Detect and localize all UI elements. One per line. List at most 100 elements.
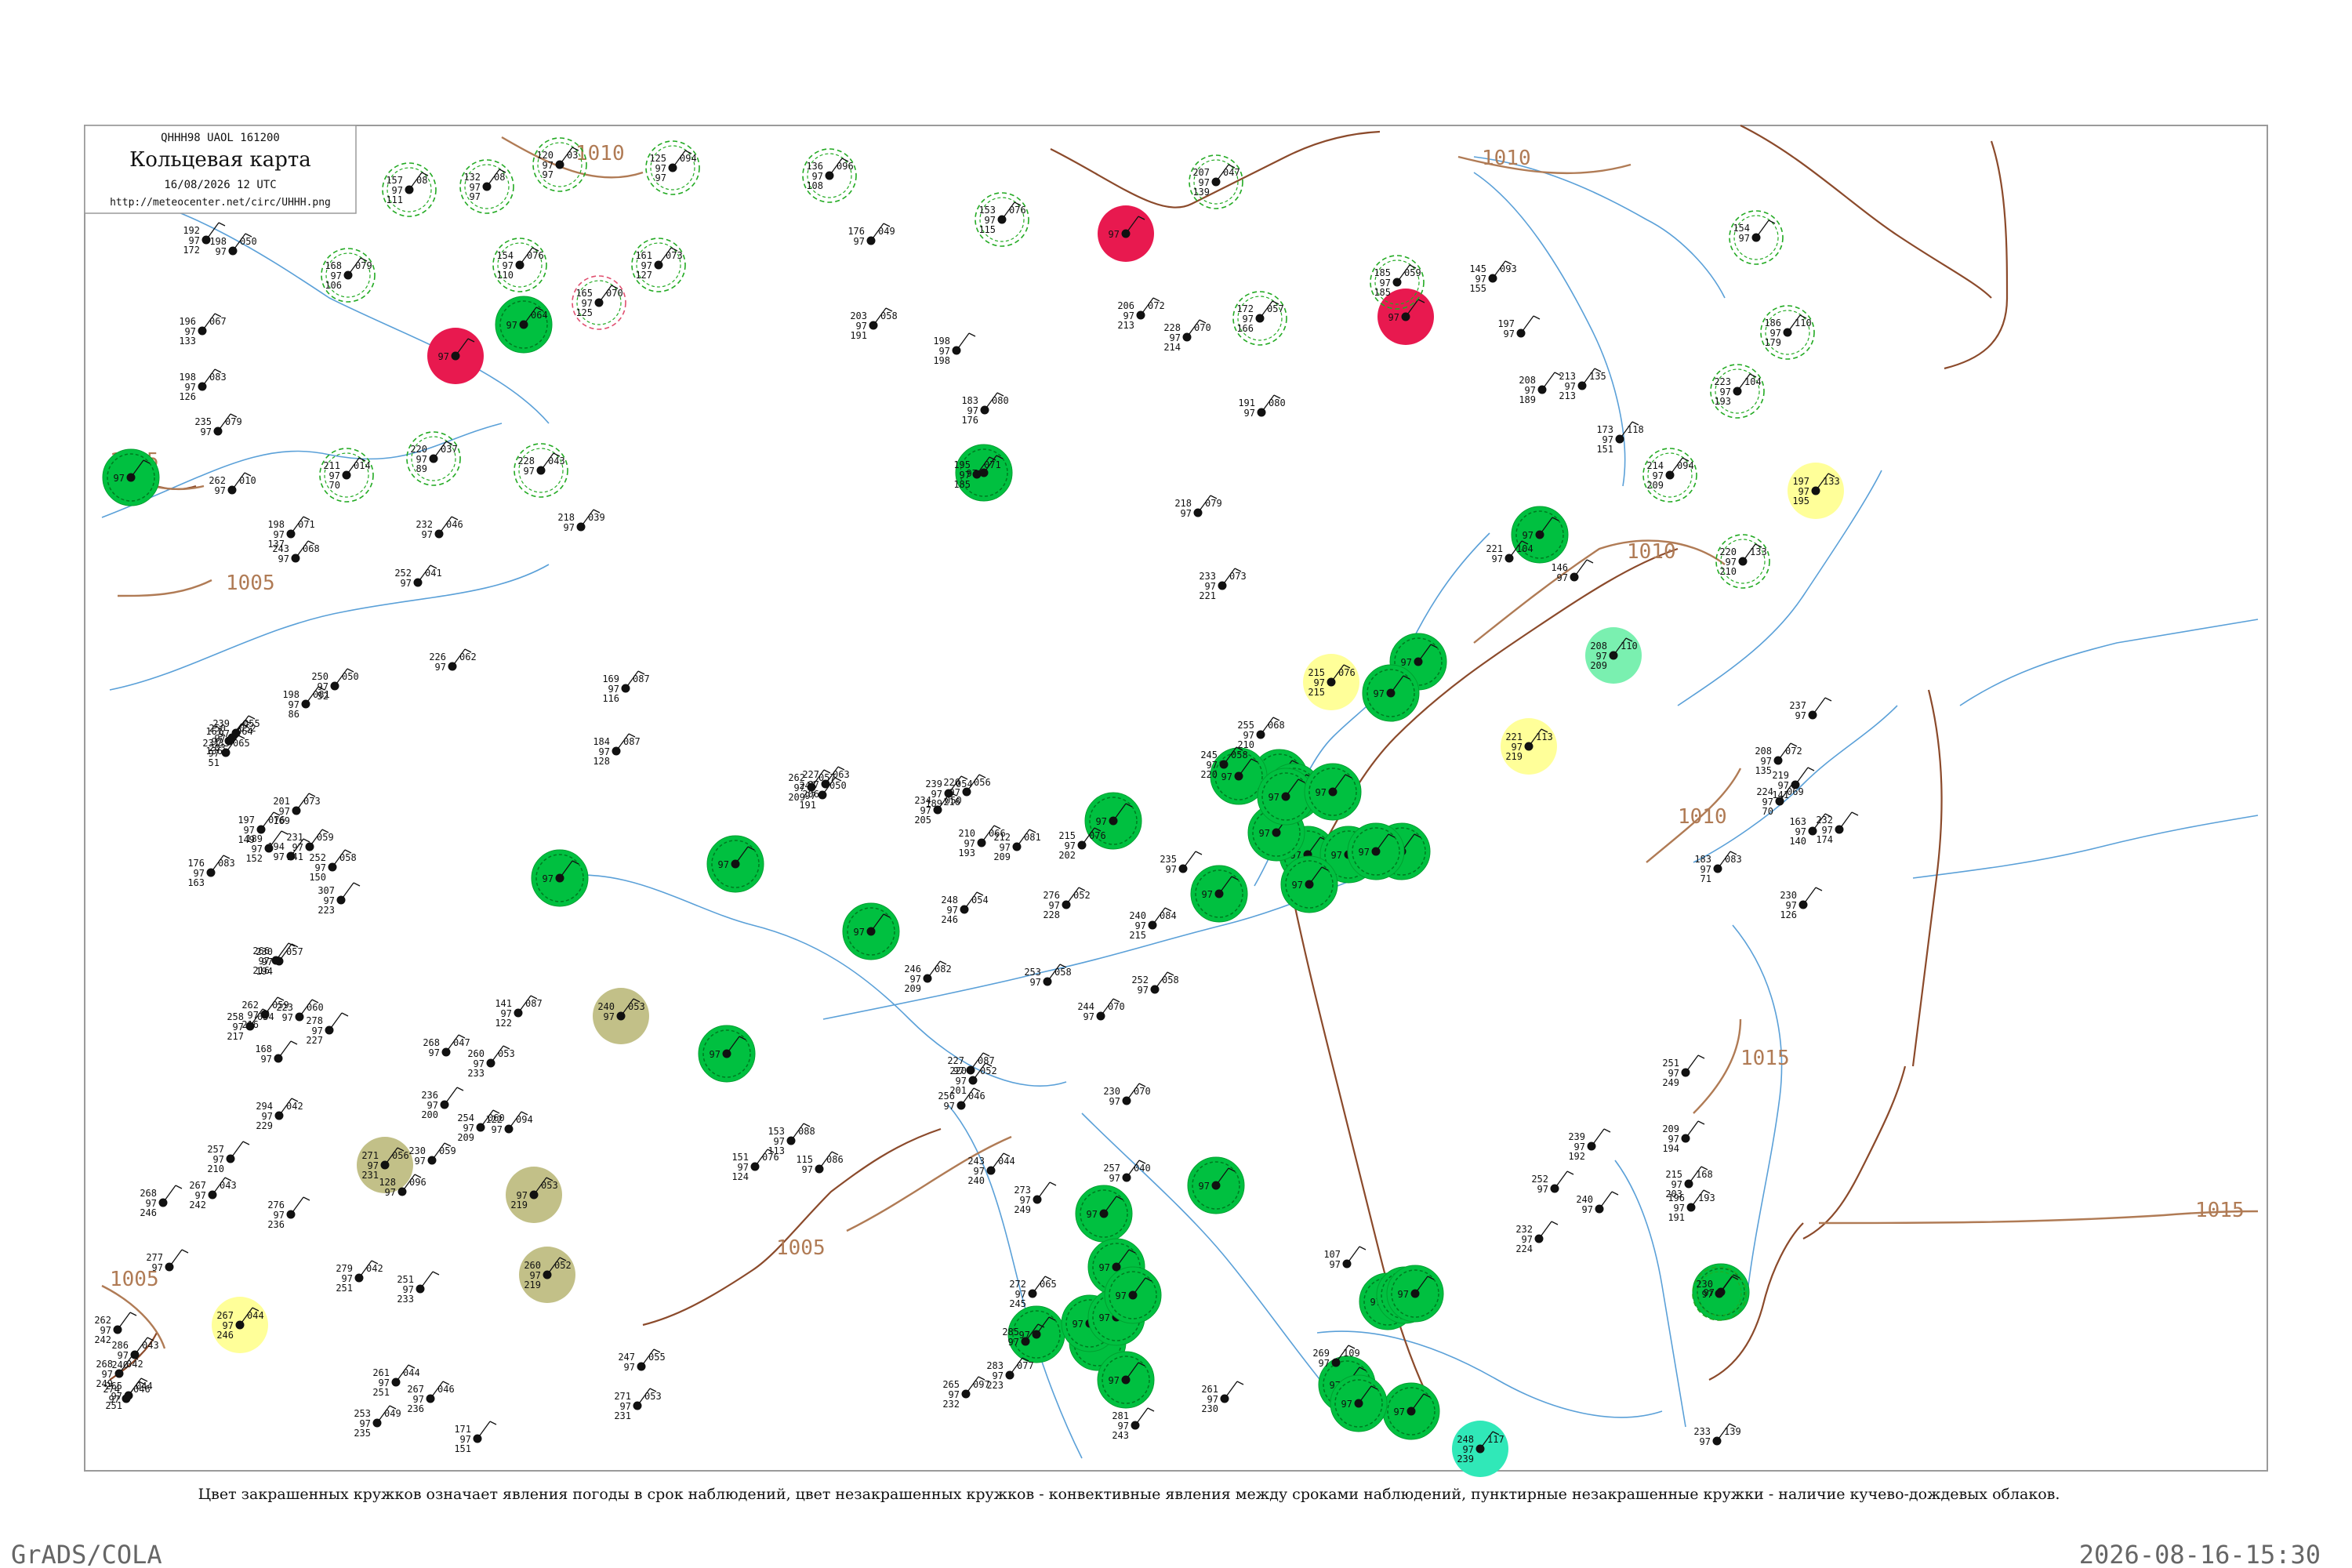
station-temperature: 145 (1469, 263, 1486, 274)
station-dewpoint: 122 (495, 1018, 512, 1029)
station-visibility: 97 (1138, 985, 1149, 996)
station-dewpoint: 219 (510, 1200, 528, 1210)
station-dewpoint: 233 (397, 1294, 414, 1305)
station-visibility: 97 (517, 1190, 528, 1201)
station-temperature: 184 (593, 736, 610, 747)
station-pressure: 058 (1054, 967, 1072, 978)
station-dewpoint: 246 (140, 1207, 157, 1218)
station-temperature: 250 (311, 671, 328, 682)
station-dewpoint: 126 (179, 391, 196, 402)
station-temperature: 243 (272, 543, 289, 554)
station-visibility: 97 (403, 1284, 414, 1295)
station-visibility: 97 (438, 351, 449, 362)
station-pressure: 071 (984, 459, 1001, 470)
station-temperature: 250 (209, 723, 226, 734)
station-pressure: 052 (1073, 890, 1091, 901)
station-dewpoint: 116 (602, 693, 619, 704)
station-dewpoint: 245 (1009, 1298, 1026, 1309)
station-dewpoint: 230 (1201, 1403, 1218, 1414)
station-visibility: 97 (1020, 1195, 1031, 1206)
station-temperature: 220 (1719, 546, 1737, 557)
station-visibility: 97 (416, 454, 427, 465)
station-visibility: 97 (1537, 1184, 1548, 1195)
station-visibility: 97 (608, 684, 619, 695)
station-pressure: 072 (1148, 300, 1165, 311)
station-visibility: 97 (1135, 920, 1146, 931)
station-pressure: 086 (826, 1154, 844, 1165)
station-temperature: 232 (1515, 1224, 1533, 1235)
station-visibility: 97 (1319, 1358, 1330, 1369)
station-visibility: 97 (805, 790, 816, 801)
station-visibility: 97 (261, 1054, 272, 1065)
station-visibility: 97 (329, 470, 340, 481)
station-visibility: 97 (993, 1370, 1004, 1381)
station-dewpoint: 246 (941, 914, 958, 925)
station-visibility: 97 (1394, 1406, 1405, 1417)
station-temperature: 251 (1662, 1058, 1679, 1069)
station-dewpoint: 209 (1646, 480, 1664, 491)
station-visibility: 97 (931, 789, 942, 800)
station-visibility: 97 (599, 746, 610, 757)
station-dewpoint: 111 (386, 194, 403, 205)
station-pressure: 044 (136, 1381, 153, 1392)
station-dewpoint: 215 (1308, 687, 1325, 698)
station-temperature: 192 (183, 225, 200, 236)
station-dewpoint: 189 (925, 798, 942, 809)
station-visibility: 97 (1087, 1209, 1098, 1220)
station-temperature: 230 (408, 1145, 426, 1156)
station-pressure: 068 (1268, 720, 1285, 731)
station-visibility: 97 (1109, 1173, 1120, 1184)
station-visibility: 97 (413, 1394, 424, 1405)
station-visibility: 97 (854, 927, 865, 938)
station-temperature: 307 (318, 885, 335, 896)
station-temperature: 253 (1024, 967, 1041, 978)
station-temperature: 252 (309, 852, 326, 863)
station-temperature: 154 (1733, 223, 1750, 234)
station-dewpoint: 172 (183, 245, 200, 256)
station-visibility: 97 (1083, 1011, 1094, 1022)
station-temperature: 230 (1696, 1279, 1713, 1290)
station-dewpoint: 231 (361, 1170, 379, 1181)
station-visibility: 97 (1674, 1203, 1685, 1214)
station-temperature: 240 (597, 1001, 615, 1012)
station: 97 (1104, 1266, 1162, 1324)
station-temperature: 271 (614, 1391, 631, 1402)
station-pressure: 079 (355, 260, 372, 271)
station-temperature: 261 (372, 1367, 390, 1378)
station-dewpoint: 246 (216, 1330, 234, 1341)
station: 97 (102, 448, 160, 506)
station-dewpoint: 221 (1199, 590, 1216, 601)
station-dewpoint: 127 (635, 270, 652, 281)
station-temperature: 122 (485, 1114, 503, 1125)
station-temperature: 154 (496, 250, 514, 261)
station-visibility: 97 (1770, 328, 1781, 339)
station: 97 (1511, 506, 1569, 564)
station-temperature: 203 (850, 310, 867, 321)
station-dewpoint: 233 (467, 1068, 485, 1079)
station-visibility: 97 (1008, 1337, 1019, 1348)
station-visibility: 97 (1292, 880, 1303, 891)
station-visibility: 97 (812, 171, 823, 182)
station-pressure: 080 (992, 395, 1009, 406)
station-temperature: 276 (1043, 890, 1060, 901)
station-visibility: 97 (429, 1047, 440, 1058)
station-dewpoint: 185 (1374, 287, 1391, 298)
station-visibility: 97 (985, 215, 996, 226)
station-dewpoint: 149 (238, 834, 255, 845)
station-dewpoint: 251 (336, 1283, 353, 1294)
footer-timestamp: 2026-08-16-15:30 (2079, 1540, 2321, 1568)
station-dewpoint: 106 (325, 280, 342, 291)
station-temperature: 221 (1505, 731, 1523, 742)
station-dewpoint: 86 (289, 709, 299, 720)
station-dewpoint: 251 (372, 1387, 390, 1398)
station: 97 (1187, 1156, 1245, 1214)
station-temperature: 197 (1792, 476, 1809, 487)
station-visibility: 97 (1700, 864, 1711, 875)
station-dewpoint: 97 (655, 172, 666, 183)
station-temperature: 198 (267, 519, 285, 530)
station-temperature: 266 (252, 946, 270, 956)
station-temperature: 218 (557, 512, 575, 523)
station: 97 (1362, 664, 1420, 722)
station-visibility: 97 (292, 842, 303, 853)
station-pressure: 113 (1536, 731, 1553, 742)
